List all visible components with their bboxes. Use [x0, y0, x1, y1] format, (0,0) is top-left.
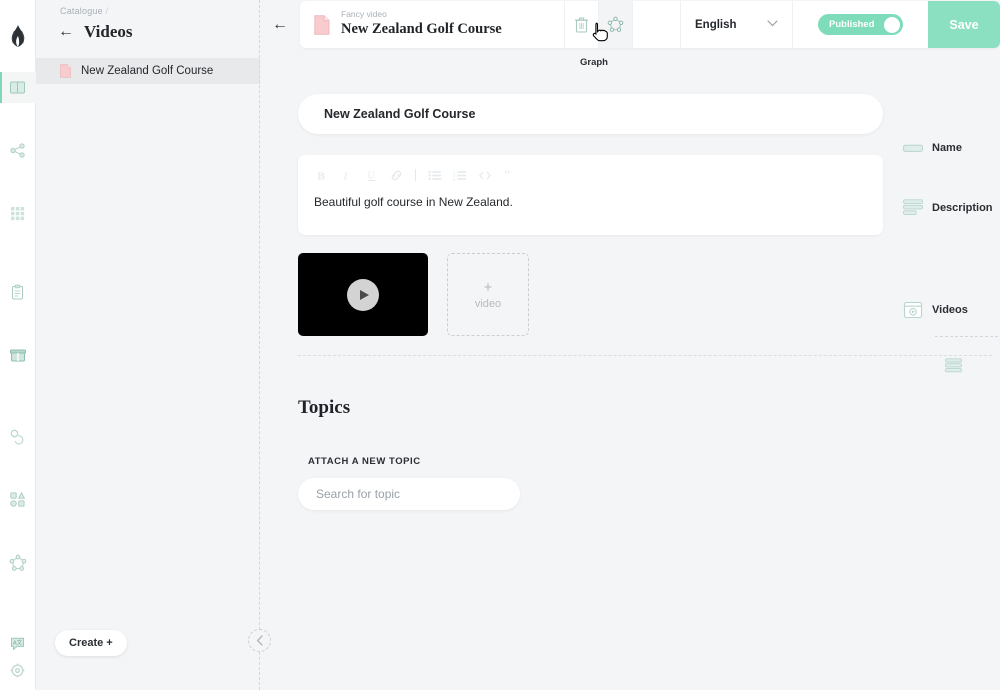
- trash-icon: [575, 17, 588, 33]
- meta-row-videos[interactable]: Videos: [903, 301, 968, 319]
- attach-topic-label: ATTACH A NEW TOPIC: [308, 456, 421, 467]
- underline-icon[interactable]: U: [364, 168, 378, 182]
- link-icon: [10, 429, 24, 445]
- top-bar: ← Fancy video New Zealand Golf Course En…: [260, 0, 1000, 49]
- rail-item-settings[interactable]: [0, 659, 36, 690]
- description-text[interactable]: Beautiful golf course in New Zealand.: [314, 195, 867, 209]
- main-content: New Zealand Golf Course B I U 1 2 3 ” Be…: [260, 49, 1000, 690]
- rail-item-forms[interactable]: [0, 277, 36, 308]
- sidebar-list-panel: Catalogue / ← Videos New Zealand Golf Co…: [36, 0, 260, 690]
- multi-line-field-icon: [903, 199, 923, 215]
- svg-text:I: I: [342, 170, 348, 182]
- document-icon: [60, 64, 71, 78]
- meta-extra-icon[interactable]: [945, 358, 962, 378]
- rail-item-taxonomy[interactable]: [0, 135, 36, 166]
- breadcrumb: Catalogue /: [36, 0, 260, 16]
- bold-icon[interactable]: B: [314, 168, 328, 182]
- stacked-list-icon: [945, 358, 962, 373]
- rich-text-toolbar: B I U 123 ”: [314, 165, 867, 185]
- gear-icon: [10, 663, 25, 678]
- meta-row-name[interactable]: Name: [903, 142, 962, 154]
- meta-label-videos: Videos: [932, 304, 968, 316]
- sidebar-items: New Zealand Golf Course: [36, 58, 260, 84]
- numbered-list-icon[interactable]: 123: [453, 168, 467, 182]
- meta-label-name: Name: [932, 142, 962, 154]
- video-thumbnail[interactable]: [298, 253, 428, 336]
- delete-button[interactable]: [564, 1, 598, 48]
- play-icon: [347, 278, 379, 311]
- book-icon: [10, 81, 25, 94]
- entity-title-group: Fancy video New Zealand Golf Course: [300, 1, 550, 48]
- svg-text:A文: A文: [13, 638, 23, 646]
- translate-bubble-icon: A文: [11, 637, 24, 651]
- entity-subtitle: Fancy video: [341, 9, 387, 20]
- video-field-icon: [903, 301, 923, 319]
- grid-icon: [11, 207, 25, 221]
- description-field: B I U 123 ” Beautiful golf course in New…: [298, 155, 883, 235]
- graph-button[interactable]: [598, 1, 632, 48]
- chevron-down-icon: [767, 19, 778, 30]
- single-line-field-icon: [903, 144, 923, 152]
- section-dashed-divider: [298, 355, 992, 356]
- link-icon[interactable]: [389, 168, 403, 182]
- topic-search-input[interactable]: [298, 478, 520, 510]
- italic-icon[interactable]: I: [339, 168, 353, 182]
- svg-text:U: U: [367, 170, 375, 181]
- code-icon[interactable]: [478, 168, 492, 182]
- entity-header-card: Fancy video New Zealand Golf Course Engl…: [300, 1, 1000, 48]
- meta-label-description: Description: [932, 201, 993, 214]
- add-video-button[interactable]: + video: [447, 253, 529, 336]
- sidebar-header: ← Videos: [36, 16, 260, 46]
- published-toggle-wrap: Published: [792, 1, 928, 48]
- rail-item-links[interactable]: [0, 421, 36, 452]
- save-button[interactable]: Save: [928, 1, 1000, 48]
- create-button[interactable]: Create +: [55, 630, 127, 656]
- toolbar-spacer: [632, 1, 680, 48]
- published-toggle[interactable]: Published: [818, 14, 903, 35]
- rail-item-matrix[interactable]: [0, 198, 36, 229]
- meta-row-description[interactable]: Description: [903, 199, 993, 216]
- page-title: New Zealand Golf Course: [341, 21, 502, 38]
- graph-nodes-icon: [9, 554, 26, 571]
- toggle-knob: [884, 16, 900, 33]
- app-window: A文 Catalogue / ← Videos New Zealand Golf…: [0, 0, 1000, 690]
- language-select[interactable]: English: [680, 1, 792, 48]
- rail-item-translations[interactable]: A文: [0, 628, 36, 659]
- rail-item-graph[interactable]: [0, 547, 36, 578]
- breadcrumb-separator: /: [105, 6, 109, 16]
- rail-item-catalogue[interactable]: [0, 72, 36, 103]
- sidebar-back-icon[interactable]: ←: [58, 23, 74, 40]
- svg-text:3: 3: [453, 177, 456, 182]
- shapes-icon: [10, 491, 26, 507]
- flame-logo-icon: [0, 0, 36, 72]
- sidebar-title: Videos: [84, 21, 133, 41]
- list-item[interactable]: New Zealand Golf Course: [36, 58, 260, 84]
- published-label: Published: [829, 19, 875, 30]
- document-icon: [314, 14, 330, 35]
- name-field-value: New Zealand Golf Course: [324, 107, 476, 121]
- topics-heading: Topics: [298, 397, 351, 418]
- name-field[interactable]: New Zealand Golf Course: [298, 94, 883, 134]
- box-icon: [9, 349, 26, 361]
- graph-star-icon: [607, 16, 624, 32]
- list-item-label: New Zealand Golf Course: [81, 65, 214, 77]
- meta-dashed-divider: [935, 336, 998, 337]
- icon-rail: A文: [0, 0, 36, 690]
- svg-text:B: B: [317, 170, 325, 182]
- main-back-button[interactable]: ←: [260, 0, 300, 49]
- rail-item-shapes[interactable]: [0, 484, 36, 515]
- bullet-list-icon[interactable]: [428, 168, 442, 182]
- svg-text:”: ”: [504, 169, 510, 182]
- share-nodes-icon: [10, 143, 25, 158]
- language-value: English: [695, 18, 737, 31]
- plus-icon: +: [483, 278, 493, 296]
- add-video-label: video: [474, 297, 502, 310]
- breadcrumb-catalogue[interactable]: Catalogue: [60, 6, 103, 16]
- rail-item-packages[interactable]: [0, 340, 36, 371]
- clipboard-icon: [12, 284, 23, 300]
- toolbar-divider: [415, 169, 416, 181]
- videos-row: + video: [298, 253, 529, 336]
- quote-icon[interactable]: ”: [503, 168, 517, 182]
